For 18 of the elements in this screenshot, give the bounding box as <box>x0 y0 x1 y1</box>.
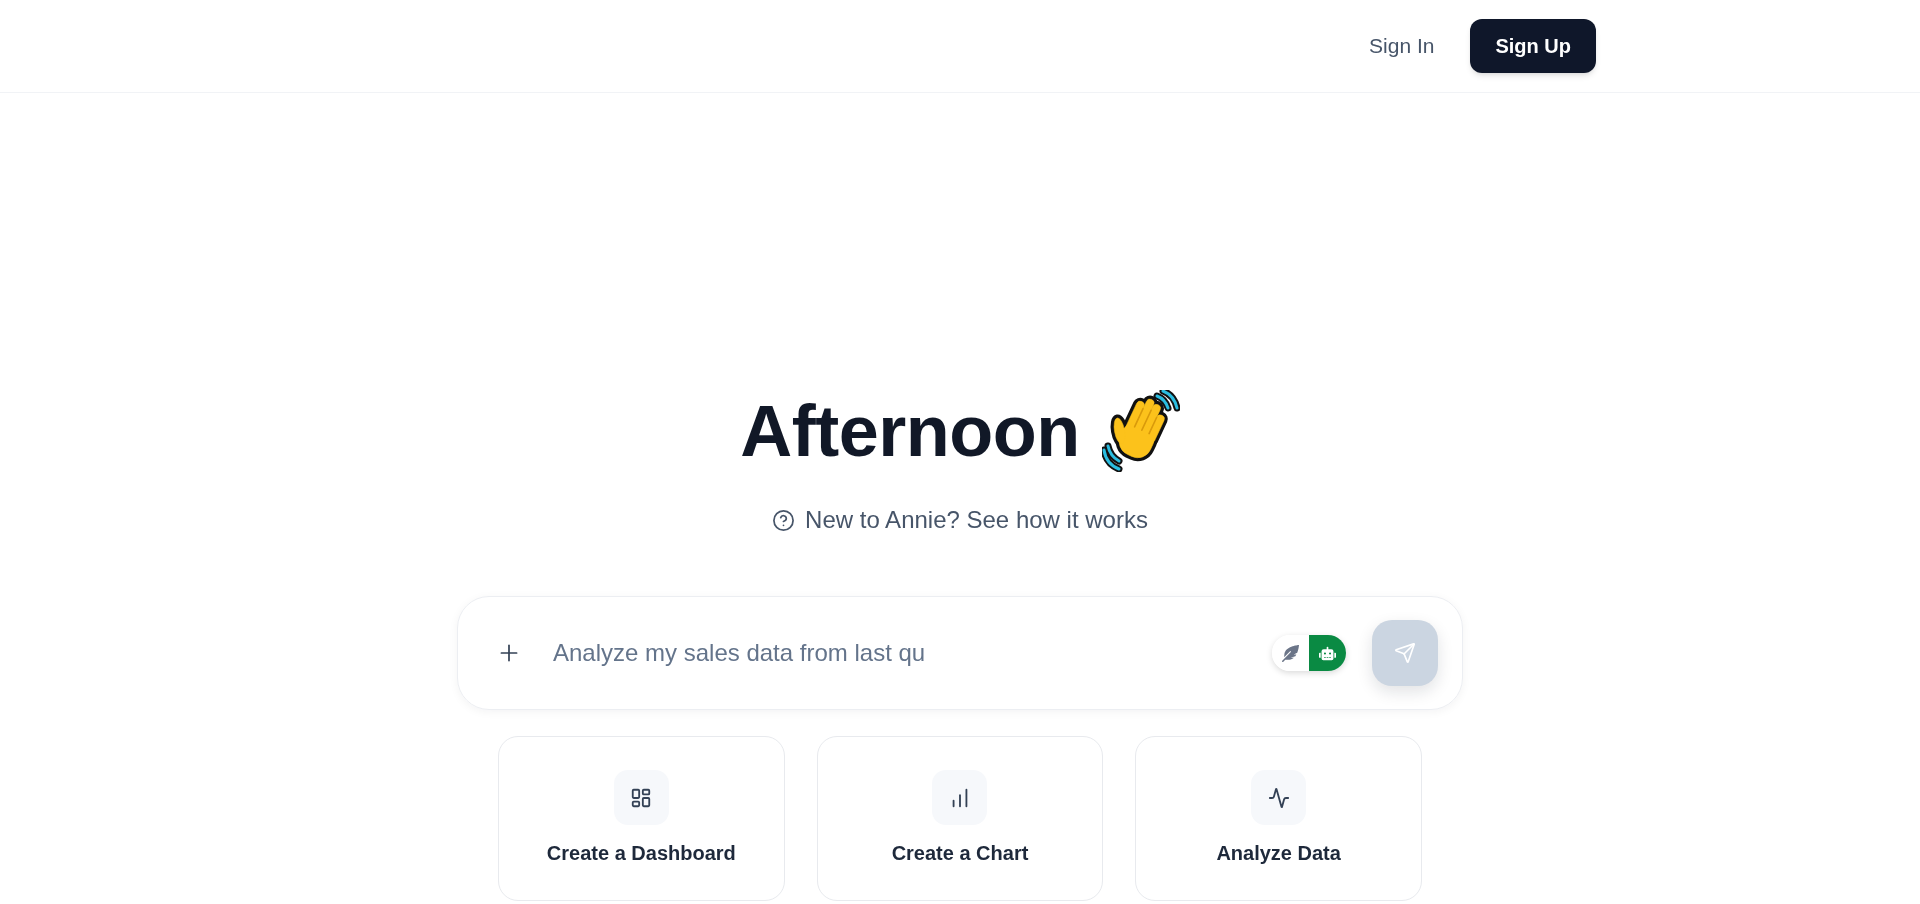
message-input[interactable]: Analyze my sales data from last qu <box>553 633 1252 673</box>
action-card[interactable]: Create a Dashboard <box>498 736 785 901</box>
pulse-line-icon <box>1251 770 1307 825</box>
mode-toggle-option[interactable] <box>1272 635 1309 671</box>
action-card[interactable]: Analyze Data <box>1135 736 1422 901</box>
how-it-works-link[interactable]: New to Annie? See how it works <box>772 504 1148 536</box>
help-icon <box>772 508 796 532</box>
waving-hand-icon <box>1101 390 1180 472</box>
bar-chart-icon <box>932 770 988 825</box>
mode-toggle-option[interactable] <box>1309 635 1346 671</box>
dashboard-icon <box>613 770 669 825</box>
sign-in-link[interactable]: Sign In <box>1369 30 1435 62</box>
send-icon <box>1394 642 1416 664</box>
sign-up-button[interactable]: Sign Up <box>1470 19 1596 73</box>
robot-icon <box>1319 644 1336 662</box>
greeting-title: Afternoon <box>740 395 1080 467</box>
feather-icon <box>1282 644 1299 662</box>
action-card[interactable]: Create a Chart <box>816 736 1104 901</box>
